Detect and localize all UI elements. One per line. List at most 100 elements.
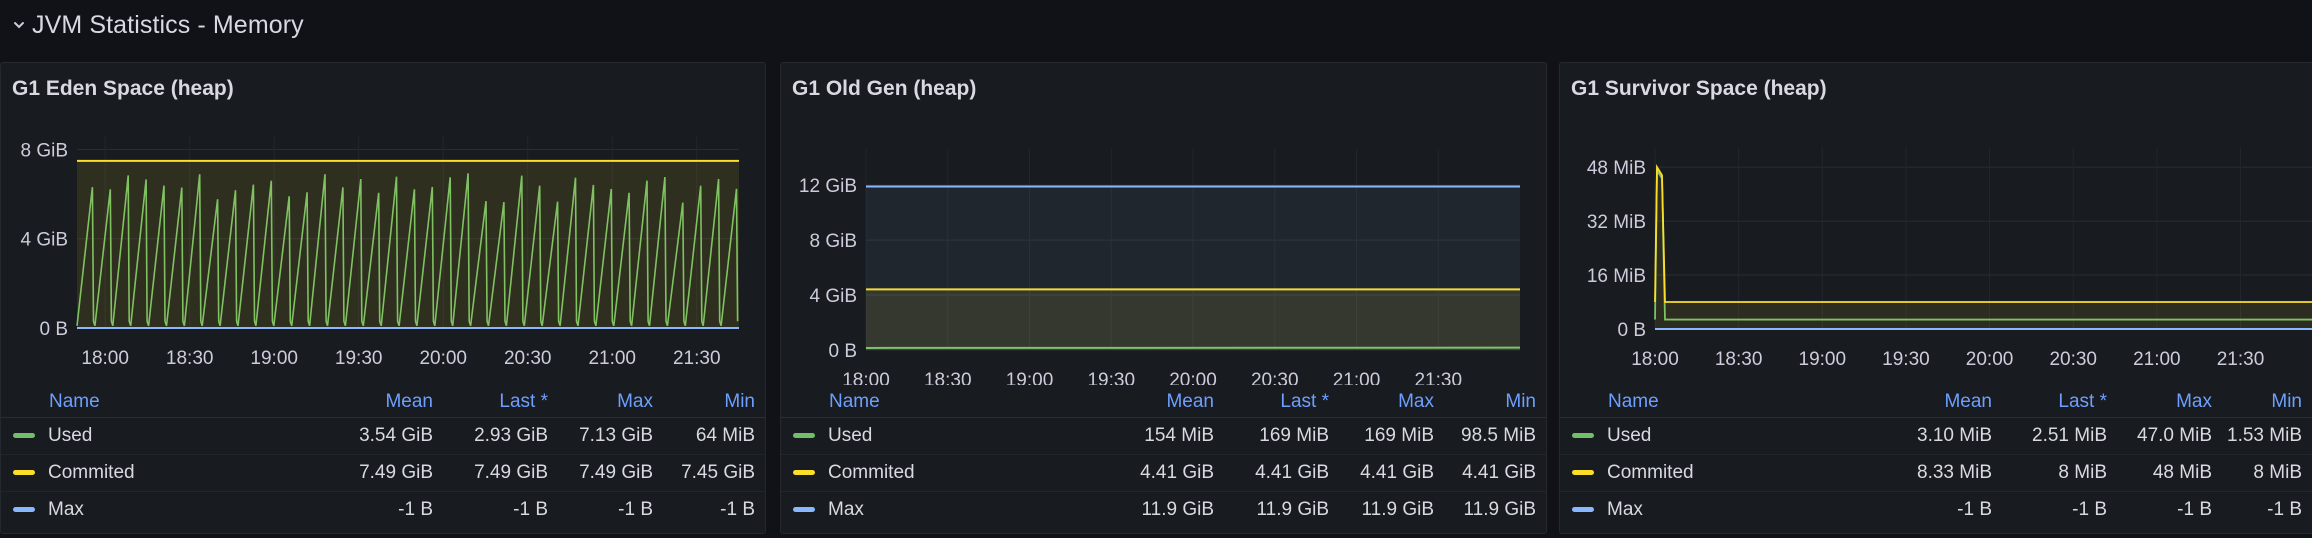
col-header-min[interactable]: Min <box>1444 387 1546 418</box>
x-tick-label: 20:00 <box>419 348 467 369</box>
y-tick-label: 0 B <box>1617 320 1646 341</box>
legend-row-max[interactable]: Max -1 B -1 B -1 B -1 B <box>1 492 765 529</box>
series-name[interactable]: Used <box>48 425 92 446</box>
y-tick-label: 0 B <box>39 319 68 340</box>
value-last: 2.51 MiB <box>2002 417 2117 455</box>
series-name[interactable]: Used <box>828 425 872 446</box>
x-tick-label: 21:00 <box>588 348 636 369</box>
legend-table: Name Mean Last * Max Min Used 3.10 MiB 2… <box>1560 387 2312 528</box>
value-mean: -1 B <box>1957 499 1992 520</box>
x-tick-label: 21:00 <box>2133 349 2181 370</box>
panel-eden-space: G1 Eden Space (heap) 0 B 4 GiB 8 GiB 18:00 1… <box>0 62 766 534</box>
col-header-max[interactable]: Max <box>1339 387 1444 418</box>
value-min: 1.53 MiB <box>2222 417 2312 455</box>
series-area-commited <box>1655 167 2312 329</box>
legend-row-commited[interactable]: Commited 4.41 GiB 4.41 GiB 4.41 GiB 4.41… <box>781 454 1546 492</box>
value-mean: 4.41 GiB <box>1054 454 1224 492</box>
legend-row-used[interactable]: Used 154 MiB 169 MiB 169 MiB 98.5 MiB <box>781 417 1546 455</box>
x-tick-label: 21:30 <box>673 348 721 369</box>
series-color-swatch[interactable] <box>13 433 35 439</box>
x-tick-label: 20:00 <box>1966 349 2014 370</box>
legend-row-max[interactable]: Max 11.9 GiB 11.9 GiB 11.9 GiB 11.9 GiB <box>781 492 1546 529</box>
col-header-max[interactable]: Max <box>2117 387 2222 418</box>
value-max: 4.41 GiB <box>1339 454 1444 492</box>
value-min: 98.5 MiB <box>1444 417 1546 455</box>
col-header-max[interactable]: Max <box>558 387 663 418</box>
x-tick-label: 19:00 <box>1799 349 1847 370</box>
value-last: 169 MiB <box>1224 417 1339 455</box>
row-header[interactable]: JVM Statistics - Memory <box>0 0 2312 50</box>
value-mean: 11.9 GiB <box>1141 499 1214 520</box>
series-name[interactable]: Used <box>1607 425 1651 446</box>
x-tick-label: 20:30 <box>504 348 552 369</box>
col-header-min[interactable]: Min <box>2222 387 2312 418</box>
series-color-swatch[interactable] <box>793 507 815 513</box>
y-tick-label: 4 GiB <box>20 230 68 251</box>
x-tick-label: 20:00 <box>1169 370 1217 385</box>
y-tick-label: 48 MiB <box>1587 158 1646 179</box>
col-header-mean[interactable]: Mean <box>1054 387 1224 418</box>
legend-row-commited[interactable]: Commited 7.49 GiB 7.49 GiB 7.49 GiB 7.45… <box>1 454 765 492</box>
col-header-last[interactable]: Last * <box>1224 387 1339 418</box>
x-tick-label: 18:30 <box>924 370 972 385</box>
value-min: 4.41 GiB <box>1444 454 1546 492</box>
panel-title[interactable]: G1 Survivor Space (heap) <box>1571 77 1827 101</box>
col-header-name[interactable]: Name <box>781 387 1054 418</box>
legend-row-used[interactable]: Used 3.10 MiB 2.51 MiB 47.0 MiB 1.53 MiB <box>1560 417 2312 455</box>
panel-title[interactable]: G1 Old Gen (heap) <box>792 77 976 101</box>
value-min: 64 MiB <box>663 417 765 455</box>
legend-row-used[interactable]: Used 3.54 GiB 2.93 GiB 7.13 GiB 64 MiB <box>1 417 765 455</box>
chevron-down-icon[interactable] <box>12 18 26 32</box>
legend-row-max[interactable]: Max -1 B -1 B -1 B -1 B <box>1560 492 2312 529</box>
y-tick-label: 8 GiB <box>20 140 68 161</box>
value-min: 8 MiB <box>2222 454 2312 492</box>
value-max: -1 B <box>2177 499 2212 520</box>
value-mean: 7.49 GiB <box>273 454 443 492</box>
value-mean: 3.54 GiB <box>273 417 443 455</box>
legend-row-commited[interactable]: Commited 8.33 MiB 8 MiB 48 MiB 8 MiB <box>1560 454 2312 492</box>
x-tick-label: 20:30 <box>2049 349 2097 370</box>
col-header-name[interactable]: Name <box>1 387 273 418</box>
series-color-swatch[interactable] <box>13 470 35 476</box>
series-name[interactable]: Max <box>1607 499 1643 520</box>
series-color-swatch[interactable] <box>1572 470 1594 476</box>
x-tick-label: 19:30 <box>1882 349 1930 370</box>
series-color-swatch[interactable] <box>793 470 815 476</box>
series-name[interactable]: Commited <box>828 462 915 483</box>
value-last: -1 B <box>2072 499 2107 520</box>
series-color-swatch[interactable] <box>1572 433 1594 439</box>
x-tick-label: 18:00 <box>842 370 890 385</box>
value-max: 169 MiB <box>1339 417 1444 455</box>
col-header-last[interactable]: Last * <box>443 387 558 418</box>
series-name[interactable]: Max <box>48 499 84 520</box>
col-header-min[interactable]: Min <box>663 387 765 418</box>
y-tick-label: 32 MiB <box>1587 212 1646 233</box>
col-header-name[interactable]: Name <box>1560 387 1832 418</box>
series-line-commited <box>1654 164 2312 303</box>
series-color-swatch[interactable] <box>1572 507 1594 513</box>
legend-table: Name Mean Last * Max Min Used 154 MiB 16… <box>781 387 1546 528</box>
series-color-swatch[interactable] <box>13 507 35 513</box>
x-tick-label: 18:00 <box>81 348 129 369</box>
timeseries-chart[interactable]: 0 B 16 MiB 32 MiB 48 MiB 18:00 18:30 19:00 19:3… <box>1560 129 2312 385</box>
series-area-max <box>866 186 1520 350</box>
series-name[interactable]: Max <box>828 499 864 520</box>
timeseries-chart[interactable]: 0 B 4 GiB 8 GiB 18:00 18:30 19:00 19:30 20:00 20… <box>1 129 766 385</box>
x-tick-label: 18:00 <box>1631 349 1679 370</box>
col-header-mean[interactable]: Mean <box>273 387 443 418</box>
col-header-last[interactable]: Last * <box>2002 387 2117 418</box>
series-name[interactable]: Commited <box>48 462 135 483</box>
timeseries-chart[interactable]: 0 B 4 GiB 8 GiB 12 GiB 18:00 18:30 19:00 19:30 2… <box>781 129 1547 385</box>
x-tick-label: 19:30 <box>1087 370 1135 385</box>
col-header-mean[interactable]: Mean <box>1832 387 2002 418</box>
value-min: 11.9 GiB <box>1463 499 1536 520</box>
series-color-swatch[interactable] <box>793 433 815 439</box>
series-area-commited <box>77 160 739 328</box>
y-tick-label: 12 GiB <box>799 176 857 197</box>
value-last: -1 B <box>513 499 548 520</box>
panel-title[interactable]: G1 Eden Space (heap) <box>12 77 234 101</box>
value-last: 7.49 GiB <box>443 454 558 492</box>
x-tick-label: 21:30 <box>2217 349 2265 370</box>
series-name[interactable]: Commited <box>1607 462 1694 483</box>
panel-old-gen: G1 Old Gen (heap) 0 B 4 GiB 8 GiB 12 GiB 18:… <box>780 62 1547 534</box>
